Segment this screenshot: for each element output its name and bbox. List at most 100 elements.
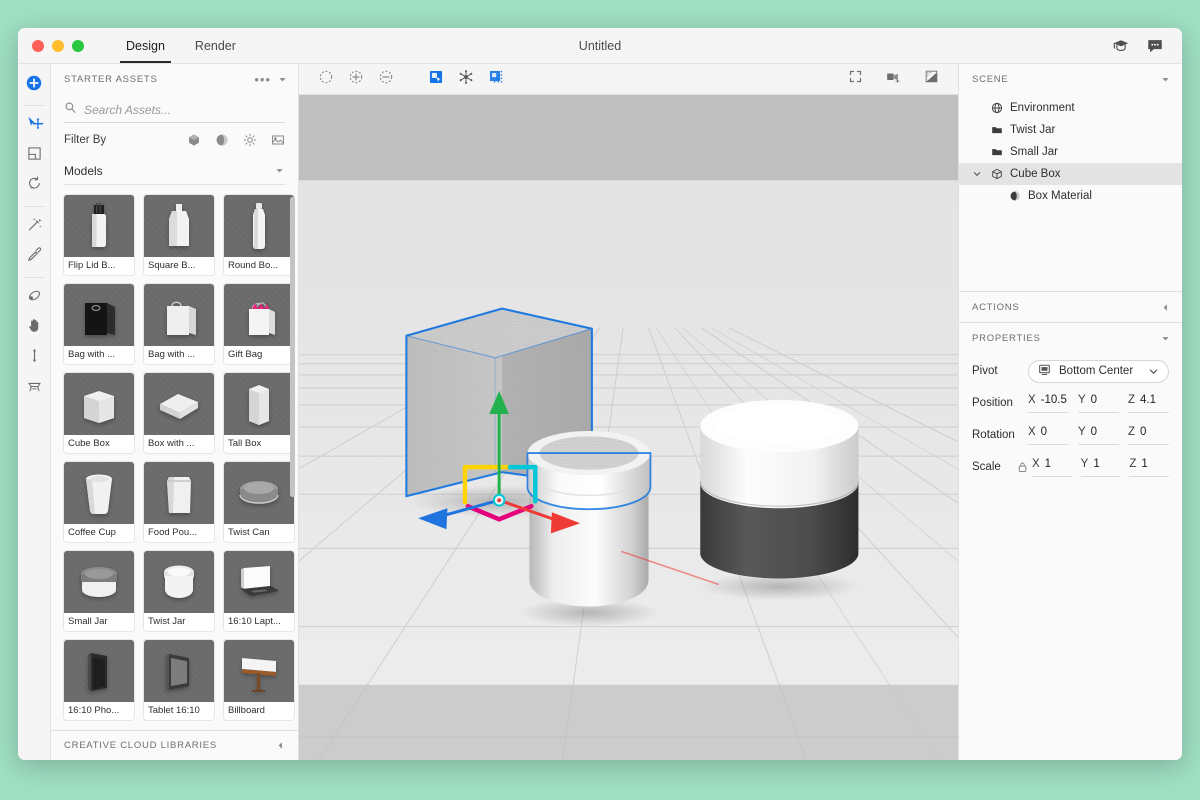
properties-form: Pivot Bottom Center Position X -10.5 Y 0… xyxy=(959,353,1182,483)
maximize-window-button[interactable] xyxy=(72,39,84,52)
position-z-field[interactable]: Z 4.1 xyxy=(1128,394,1169,413)
minimize-window-button[interactable] xyxy=(52,39,64,52)
chevron-down-icon[interactable] xyxy=(1148,366,1159,377)
search-input[interactable] xyxy=(84,102,285,117)
tab-render[interactable]: Render xyxy=(181,28,250,63)
asset-card[interactable]: Round Bo... xyxy=(224,195,294,275)
asset-thumbnail xyxy=(224,640,294,702)
add-object-tool[interactable] xyxy=(20,70,48,100)
axis-label-y: Y xyxy=(1078,393,1086,406)
asset-card[interactable]: 16:10 Pho... xyxy=(64,640,134,720)
viewport-canvas[interactable] xyxy=(299,95,958,760)
asset-card[interactable]: Small Jar xyxy=(64,551,134,631)
object-select-mode[interactable] xyxy=(423,68,449,90)
position-x-field[interactable]: X -10.5 xyxy=(1028,394,1069,413)
camera-views-button[interactable] xyxy=(880,68,906,90)
pan-tool[interactable] xyxy=(20,313,48,343)
scene-tree-item-small-jar[interactable]: Small Jar xyxy=(959,141,1182,163)
scene-tree-item-cube-box[interactable]: Cube Box xyxy=(959,163,1182,185)
assets-panel-title: STARTER ASSETS xyxy=(64,74,158,85)
3d-viewport[interactable] xyxy=(299,95,958,760)
asset-thumbnail xyxy=(64,640,134,702)
asset-card[interactable]: Bag with ... xyxy=(144,284,214,364)
asset-card[interactable]: Cube Box xyxy=(64,373,134,453)
asset-card[interactable]: Coffee Cup xyxy=(64,462,134,542)
asset-card[interactable]: Box with ... xyxy=(144,373,214,453)
document-title-text: Untitled xyxy=(578,38,622,53)
graduation-cap-icon[interactable] xyxy=(1112,37,1130,55)
chevron-down-icon[interactable] xyxy=(1160,333,1171,344)
chevron-left-icon[interactable] xyxy=(1160,302,1171,313)
chevron-down-icon[interactable] xyxy=(1160,74,1171,85)
model-filter-icon[interactable] xyxy=(187,133,201,147)
asset-card[interactable]: 16:10 Lapt... xyxy=(224,551,294,631)
asset-card[interactable]: Twist Can xyxy=(224,462,294,542)
search-icon xyxy=(64,101,77,119)
assets-scroll-area[interactable]: Flip Lid B... Square B... Round Bo... Bag w… xyxy=(51,185,298,730)
asset-card[interactable]: Food Pou... xyxy=(144,462,214,542)
asset-label: Tablet 16:10 xyxy=(148,705,200,716)
close-window-button[interactable] xyxy=(32,39,44,52)
vertical-arrows-icon xyxy=(26,347,43,369)
position-y-field[interactable]: Y 0 xyxy=(1078,394,1119,413)
remove-from-selection-tool[interactable] xyxy=(373,68,399,90)
render-preview-button[interactable] xyxy=(918,68,944,90)
asset-thumbnail xyxy=(64,551,134,613)
chevron-down-icon[interactable] xyxy=(274,165,285,176)
lock-icon[interactable] xyxy=(1014,461,1030,473)
creative-cloud-libraries-label: CREATIVE CLOUD LIBRARIES xyxy=(64,740,217,751)
selection-marquee-tool[interactable] xyxy=(313,68,339,90)
scale-z-field[interactable]: Z 1 xyxy=(1129,458,1170,477)
asset-card[interactable]: Tall Box xyxy=(224,373,294,453)
add-to-selection-tool[interactable] xyxy=(343,68,369,90)
properties-section-header[interactable]: PROPERTIES xyxy=(959,322,1182,353)
rotation-y-field[interactable]: Y 0 xyxy=(1078,426,1119,445)
asset-card[interactable]: Square B... xyxy=(144,195,214,275)
asset-card[interactable]: Gift Bag xyxy=(224,284,294,364)
scene-tree-item-box-material[interactable]: Box Material xyxy=(959,185,1182,207)
rotation-z-field[interactable]: Z 0 xyxy=(1128,426,1169,445)
search-assets-field[interactable] xyxy=(64,97,285,123)
material-filter-icon[interactable] xyxy=(215,133,229,147)
camera-tool[interactable] xyxy=(20,373,48,403)
scene-tree[interactable]: Environment Twist Jar Small Jar Cube Box Box… xyxy=(959,95,1182,291)
magic-wand-tool[interactable] xyxy=(20,212,48,242)
chat-bubble-icon[interactable] xyxy=(1146,37,1164,55)
orbit-tool[interactable] xyxy=(20,283,48,313)
tool-rail xyxy=(18,64,51,760)
asset-card[interactable]: Flip Lid B... xyxy=(64,195,134,275)
asset-thumbnail xyxy=(144,284,214,346)
group-select-mode[interactable] xyxy=(483,68,509,90)
actions-section-header[interactable]: ACTIONS xyxy=(959,291,1182,322)
rotate-tool[interactable] xyxy=(20,171,48,201)
scale-y-field[interactable]: Y 1 xyxy=(1080,458,1121,477)
scale-tool[interactable] xyxy=(20,141,48,171)
asset-card[interactable]: Tablet 16:10 xyxy=(144,640,214,720)
scene-tree-item-twist-jar[interactable]: Twist Jar xyxy=(959,119,1182,141)
assets-scrollbar[interactable] xyxy=(290,197,295,497)
pivot-select[interactable]: Bottom Center xyxy=(1028,359,1169,383)
rotation-x-field[interactable]: X 0 xyxy=(1028,426,1069,445)
models-group-row[interactable]: Models xyxy=(64,157,285,185)
asset-card[interactable]: Billboard xyxy=(224,640,294,720)
creative-cloud-libraries-section[interactable]: CREATIVE CLOUD LIBRARIES xyxy=(51,730,298,760)
light-filter-icon[interactable] xyxy=(243,133,257,147)
asset-thumbnail xyxy=(64,195,134,257)
chevron-left-icon[interactable] xyxy=(275,740,286,751)
plus-circle-icon xyxy=(25,74,43,97)
select-move-tool[interactable] xyxy=(20,111,48,141)
assets-more-options-button[interactable]: ••• xyxy=(254,73,271,86)
asset-card[interactable]: Bag with ... xyxy=(64,284,134,364)
scene-tree-item-environment[interactable]: Environment xyxy=(959,97,1182,119)
dolly-tool[interactable] xyxy=(20,343,48,373)
asset-card[interactable]: Twist Jar xyxy=(144,551,214,631)
tab-design[interactable]: Design xyxy=(112,28,179,63)
expand-chevron-icon[interactable] xyxy=(970,169,984,179)
fit-to-view-button[interactable] xyxy=(842,68,868,90)
scene-select-mode[interactable] xyxy=(453,68,479,90)
eyedropper-tool[interactable] xyxy=(20,242,48,272)
scale-x-field[interactable]: X 1 xyxy=(1032,458,1072,477)
chevron-down-icon[interactable] xyxy=(277,74,288,85)
image-filter-icon[interactable] xyxy=(271,133,285,147)
actions-title: ACTIONS xyxy=(972,301,1020,313)
